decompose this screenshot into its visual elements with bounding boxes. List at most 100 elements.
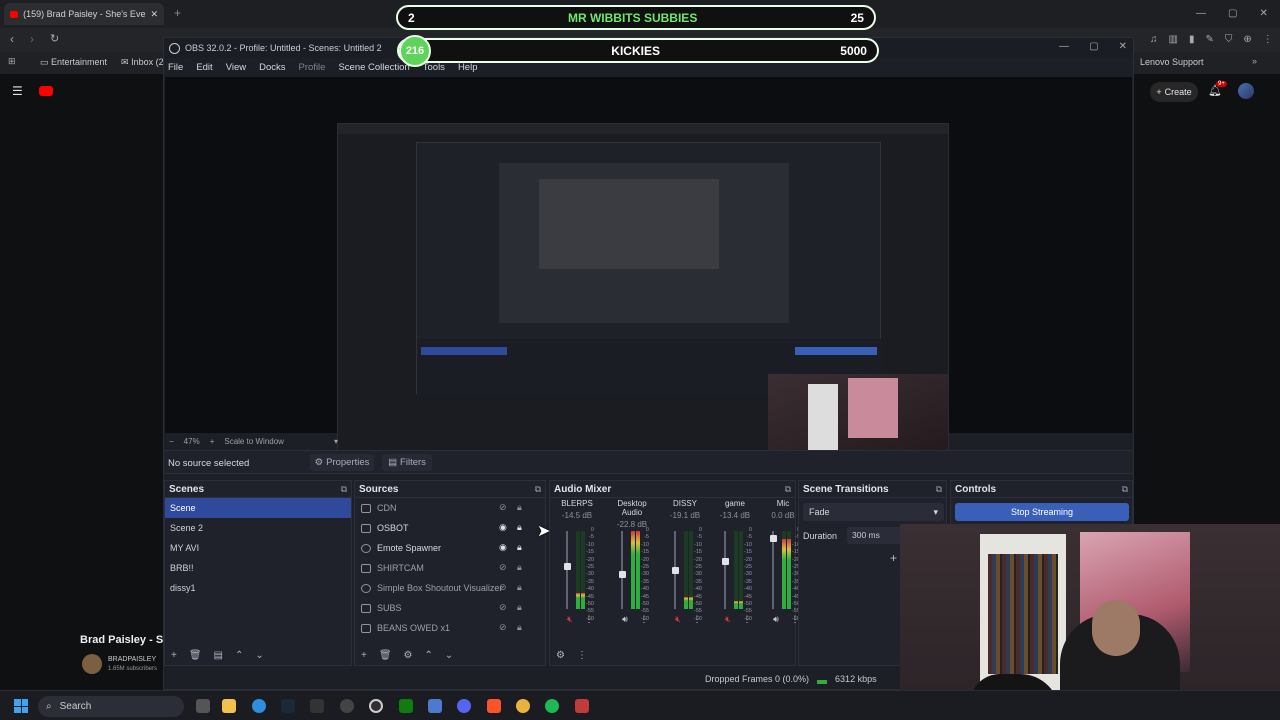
menu-icon[interactable]: ⋮ <box>1263 34 1273 45</box>
create-button[interactable]: + Create <box>1150 82 1198 102</box>
speaker-icon[interactable]: 🔊︎ <box>769 613 783 626</box>
task-view-icon[interactable] <box>196 699 210 713</box>
source-item[interactable]: BEANS OWED x1 ⊘ 🔒︎ <box>355 618 545 638</box>
more-bookmarks-icon[interactable]: » <box>1252 56 1257 66</box>
brave-icon[interactable] <box>487 699 501 713</box>
forward-icon[interactable]: › <box>30 32 34 46</box>
eye-icon[interactable]: ◉ <box>499 522 510 533</box>
minimize-icon[interactable]: — <box>1059 41 1069 52</box>
browser-tab[interactable]: (159) Brad Paisley - She's Eve ✕ <box>4 3 164 25</box>
fader-handle[interactable] <box>563 563 571 571</box>
volume-fader[interactable] <box>721 531 729 609</box>
maximize-icon[interactable]: ▢ <box>1089 41 1098 52</box>
menu-file[interactable]: File <box>168 62 183 73</box>
file-explorer-icon[interactable] <box>222 699 236 713</box>
windows-start-icon[interactable] <box>14 699 28 713</box>
volume-fader[interactable] <box>671 531 679 609</box>
menu-docks[interactable]: Docks <box>259 62 285 73</box>
epic-games-icon[interactable] <box>310 699 324 713</box>
preview-canvas[interactable] <box>165 77 1132 467</box>
back-icon[interactable]: ‹ <box>10 32 14 46</box>
filters-button[interactable]: ▤ Filters <box>382 454 432 471</box>
filter-icon[interactable]: ▤ <box>214 650 223 661</box>
apps-grid-icon[interactable]: ⊞ <box>8 56 16 67</box>
channel-avatar[interactable] <box>82 654 102 674</box>
transition-select[interactable]: Fade ▾ <box>803 503 944 521</box>
avatar[interactable] <box>1238 83 1254 99</box>
menu-tools[interactable]: Tools <box>423 62 445 73</box>
taskbar-search[interactable]: ⌕ Search <box>38 696 184 717</box>
chrome-icon[interactable] <box>516 699 530 713</box>
notepad-icon[interactable] <box>428 699 442 713</box>
properties-button[interactable]: ⚙ Properties <box>310 454 374 471</box>
music-icon[interactable]: ♫ <box>1150 34 1158 45</box>
close-icon[interactable]: ✕ <box>1119 41 1127 52</box>
menu-profile[interactable]: Profile <box>299 62 326 73</box>
menu-view[interactable]: View <box>226 62 246 73</box>
eye-hidden-icon[interactable]: ⊘ <box>499 582 510 593</box>
gear-icon[interactable]: ⚙ <box>556 650 565 661</box>
dock-float-icon[interactable]: ⧉ <box>535 484 541 495</box>
gear-icon[interactable]: ⚙ <box>404 650 413 661</box>
fader-handle[interactable] <box>618 570 626 578</box>
extensions-icon[interactable]: ✎ <box>1205 34 1213 45</box>
chevron-down-icon[interactable]: ▾ <box>334 437 338 446</box>
app-icon[interactable] <box>575 699 589 713</box>
lock-icon[interactable]: 🔒︎ <box>517 502 527 513</box>
app-icon[interactable] <box>340 699 354 713</box>
obs-taskbar-icon[interactable] <box>369 699 383 713</box>
lock-icon[interactable]: 🔒︎ <box>517 522 527 533</box>
more-icon[interactable]: ⋮ <box>740 613 754 626</box>
move-down-icon[interactable]: ⌄ <box>255 650 263 661</box>
lock-icon[interactable]: 🔒︎ <box>517 542 527 553</box>
steam-icon[interactable] <box>281 699 295 713</box>
close-icon[interactable]: ✕ <box>1259 8 1267 19</box>
lock-icon[interactable]: 🔒︎ <box>517 582 527 593</box>
trash-icon[interactable]: 🗑︎ <box>189 650 202 661</box>
volume-fader[interactable] <box>618 531 626 609</box>
scene-item[interactable]: Scene <box>165 498 351 518</box>
muted-speaker-icon[interactable]: 🔇︎ <box>671 613 685 626</box>
source-item[interactable]: CDN ⊘ 🔒︎ <box>355 498 545 518</box>
scene-item[interactable]: dissy1 <box>165 578 351 598</box>
eye-hidden-icon[interactable]: ⊘ <box>499 562 510 573</box>
menu-help[interactable]: Help <box>458 62 478 73</box>
add-icon[interactable]: + <box>890 551 897 565</box>
more-icon[interactable]: ⋮ <box>690 613 704 626</box>
video-title[interactable]: Brad Paisley - Sh <box>80 634 170 646</box>
tracker-icon[interactable]: ⊕ <box>1243 34 1251 45</box>
sidebar-icon[interactable]: ▮ <box>1189 34 1195 45</box>
muted-speaker-icon[interactable]: 🔇︎ <box>721 613 735 626</box>
eye-hidden-icon[interactable]: ⊘ <box>499 602 510 613</box>
eye-hidden-icon[interactable]: ⊘ <box>499 622 510 633</box>
maximize-icon[interactable]: ▢ <box>1228 8 1237 19</box>
move-down-icon[interactable]: ⌄ <box>445 650 453 661</box>
volume-fader[interactable] <box>769 531 777 609</box>
close-icon[interactable]: ✕ <box>150 9 158 20</box>
zoom-out-icon[interactable]: − <box>169 437 174 446</box>
move-up-icon[interactable]: ⌃ <box>235 650 243 661</box>
fader-handle[interactable] <box>769 534 777 542</box>
trash-icon[interactable]: 🗑︎ <box>379 650 392 661</box>
source-item[interactable]: Emote Spawner ◉ 🔒︎ <box>355 538 545 558</box>
menu-scene-collection[interactable]: Scene Collection <box>338 62 409 73</box>
discord-icon[interactable] <box>457 699 471 713</box>
source-item[interactable]: OSBOT ◉ 🔒︎ <box>355 518 545 538</box>
youtube-logo-icon[interactable] <box>38 86 53 96</box>
bookmark-lenovo[interactable]: Lenovo Support <box>1140 57 1204 67</box>
spotify-icon[interactable] <box>545 699 559 713</box>
lock-icon[interactable]: 🔒︎ <box>517 602 527 613</box>
volume-fader[interactable] <box>563 531 571 609</box>
bookmark-icon[interactable]: ▥ <box>1169 34 1178 45</box>
zoom-in-icon[interactable]: + <box>210 437 215 446</box>
source-item[interactable]: Simple Box Shoutout Visualizer ⊘ 🔒︎ <box>355 578 545 598</box>
xbox-icon[interactable] <box>399 699 413 713</box>
reload-icon[interactable]: ↻ <box>50 32 59 45</box>
move-up-icon[interactable]: ⌃ <box>425 650 433 661</box>
more-icon[interactable]: ⋮ <box>577 650 587 661</box>
dock-float-icon[interactable]: ⧉ <box>341 484 347 495</box>
more-icon[interactable]: ⋮ <box>637 613 651 626</box>
speaker-icon[interactable]: 🔊︎ <box>618 613 632 626</box>
fader-handle[interactable] <box>721 558 729 566</box>
add-icon[interactable]: + <box>361 650 367 661</box>
